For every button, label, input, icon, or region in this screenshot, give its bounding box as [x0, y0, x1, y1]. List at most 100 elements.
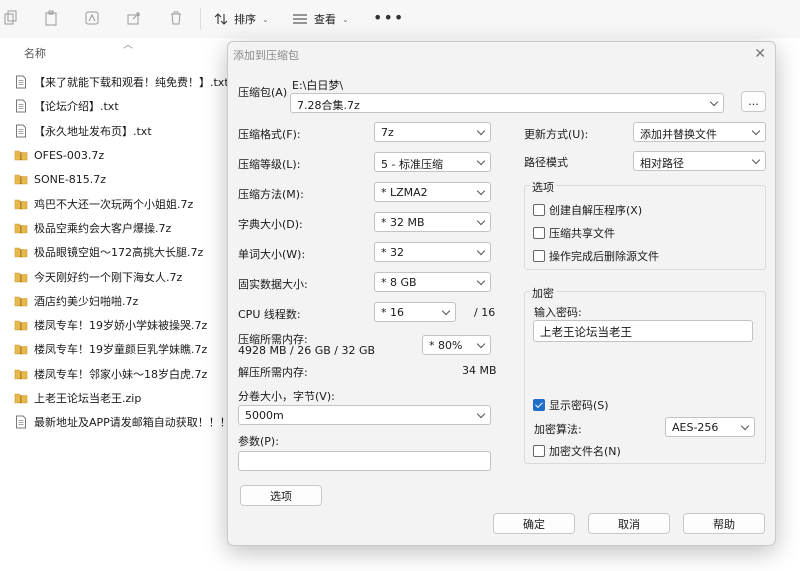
list-item[interactable]: SONE-815.7z	[14, 167, 241, 191]
add-to-archive-dialog: 添加到压缩包 ✕ 压缩包(A) E:\白日梦\ 7.28合集.7z ... 压缩…	[227, 41, 776, 546]
password-label: 输入密码:	[534, 306, 582, 319]
delete-checkbox-box[interactable]	[533, 250, 545, 262]
view-label: 查看	[314, 13, 336, 26]
file-name: 楼凤专车！19岁童颜巨乳学妹瞧.7z	[34, 343, 208, 357]
list-item[interactable]: 极品空乘约会大客户爆操.7z	[14, 216, 241, 240]
archive-folder-icon	[14, 393, 28, 404]
volume-label: 分卷大小，字节(V):	[238, 390, 335, 403]
sfx-checkbox-box[interactable]	[533, 204, 545, 216]
path-mode-select[interactable]: 相对路径	[633, 151, 766, 171]
update-select[interactable]: 添加并替换文件	[633, 122, 766, 142]
file-name: 极品眼镜空姐～172高挑大长腿.7z	[34, 246, 204, 260]
text-file-icon	[16, 99, 26, 113]
ok-button[interactable]: 确定	[493, 513, 575, 534]
solid-select[interactable]: * 8 GB	[374, 272, 491, 292]
file-name: OFES-003.7z	[34, 148, 105, 162]
encrypt-names-label: 加密文件名(N)	[549, 445, 621, 458]
volume-select[interactable]: 5000m	[238, 405, 491, 425]
encryption-group-title: 加密	[530, 285, 556, 301]
archive-label: 压缩包(A)	[238, 86, 288, 99]
mem-compress-select[interactable]: * 80%	[422, 335, 491, 355]
sfx-checkbox[interactable]: 创建自解压程序(X)	[533, 202, 642, 218]
archive-folder-icon	[14, 175, 28, 185]
list-item[interactable]: 最新地址及APP请发邮箱自动获取！！！...	[14, 410, 241, 434]
threads-select[interactable]: * 16	[374, 302, 456, 322]
view-icon	[293, 14, 307, 24]
list-item[interactable]: 【论坛介绍】.txt	[14, 94, 241, 118]
file-name: 最新地址及APP请发邮箱自动获取！！！...	[34, 416, 242, 430]
file-name: 【来了就能下载和观看！纯免费！】.txt	[34, 76, 229, 90]
archive-folder-icon	[14, 345, 28, 355]
list-item[interactable]: 酒店约美少妇啪啪.7z	[14, 289, 241, 313]
browse-button[interactable]: ...	[741, 91, 766, 112]
view-button[interactable]: 查看 ⌄	[292, 10, 349, 28]
word-select[interactable]: * 32	[374, 242, 491, 262]
show-password-checkbox[interactable]: 显示密码(S)	[533, 397, 609, 413]
list-item[interactable]: 【来了就能下载和观看！纯免费！】.txt	[14, 70, 241, 94]
level-select[interactable]: 5 - 标准压缩	[374, 152, 491, 172]
encryption-method-select[interactable]: AES-256	[665, 417, 755, 437]
encrypt-names-checkbox[interactable]: 加密文件名(N)	[533, 443, 621, 459]
file-name: SONE-815.7z	[34, 172, 107, 186]
list-item[interactable]: OFES-003.7z	[14, 143, 241, 167]
update-label: 更新方式(U):	[524, 128, 589, 141]
chevron-down-icon: ⌄	[342, 14, 349, 24]
archive-folder-icon	[14, 247, 28, 258]
file-name: 【永久地址发布页】.txt	[34, 124, 152, 138]
method-label: 压缩方法(M):	[238, 188, 304, 201]
show-password-checkbox-box[interactable]	[533, 399, 545, 411]
archive-folder-icon	[14, 369, 28, 380]
list-item[interactable]: 楼凤专车！邻家小妹～18岁白虎.7z	[14, 362, 241, 386]
params-label: 参数(P):	[238, 435, 279, 448]
shared-checkbox-box[interactable]	[533, 227, 545, 239]
format-select[interactable]: 7z	[374, 122, 491, 142]
archive-folder-icon	[14, 223, 28, 234]
file-name: 鸡巴不大还一次玩两个小姐姐.7z	[34, 197, 194, 211]
options-button[interactable]: 选项	[240, 485, 322, 506]
password-input[interactable]: 上老王论坛当老王	[533, 320, 753, 342]
archive-folder-icon	[14, 272, 28, 282]
threads-total: / 16	[474, 306, 496, 319]
file-name: 极品空乘约会大客户爆操.7z	[34, 221, 172, 235]
sort-icon	[214, 13, 228, 25]
list-item[interactable]: 楼凤专车！19岁童颜巨乳学妹瞧.7z	[14, 337, 241, 361]
list-item[interactable]: 鸡巴不大还一次玩两个小姐姐.7z	[14, 191, 241, 215]
list-item[interactable]: 楼凤专车！19岁娇小学妹被操哭.7z	[14, 313, 241, 337]
solid-label: 固实数据大小:	[238, 278, 308, 291]
delete-after-checkbox[interactable]: 操作完成后删除源文件	[533, 248, 659, 264]
toolbar: 排序 ⌄ 查看 ⌄ •••	[0, 0, 800, 38]
params-input[interactable]	[238, 451, 491, 471]
mem-decompress-value: 34 MB	[462, 364, 497, 377]
delete-label: 操作完成后删除源文件	[549, 250, 659, 263]
rename-icon[interactable]	[84, 10, 100, 26]
list-item[interactable]: 上老王论坛当老王.zip	[14, 386, 241, 410]
file-name: 酒店约美少妇啪啪.7z	[34, 294, 139, 308]
copy-icon[interactable]	[3, 10, 19, 26]
list-item[interactable]: 极品眼镜空姐～172高挑大长腿.7z	[14, 240, 241, 264]
list-item[interactable]: 今天刚好约一个刚下海女人.7z	[14, 264, 241, 288]
file-list: 【来了就能下载和观看！纯免费！】.txt 【论坛介绍】.txt 【永久地址发布页】.…	[14, 70, 241, 434]
delete-icon[interactable]	[168, 10, 184, 26]
share-icon[interactable]	[126, 10, 142, 26]
text-file-icon	[16, 124, 26, 138]
list-item[interactable]: 【永久地址发布页】.txt	[14, 119, 241, 143]
path-mode-label: 路径模式	[524, 156, 568, 169]
file-name: 今天刚好约一个刚下海女人.7z	[34, 270, 183, 284]
dict-select[interactable]: * 32 MB	[374, 212, 491, 232]
sort-button[interactable]: 排序 ⌄	[214, 10, 269, 28]
paste-icon[interactable]	[43, 10, 59, 26]
more-options-button[interactable]: •••	[373, 8, 404, 27]
sfx-label: 创建自解压程序(X)	[549, 204, 643, 217]
close-icon[interactable]: ✕	[754, 46, 766, 62]
archive-name-combo[interactable]: 7.28合集.7z	[290, 93, 724, 113]
method-select[interactable]: * LZMA2	[374, 182, 491, 202]
help-button[interactable]: 帮助	[683, 513, 765, 534]
encrypt-names-checkbox-box[interactable]	[533, 445, 545, 457]
text-file-icon	[16, 75, 26, 89]
dialog-title: 添加到压缩包	[233, 49, 299, 62]
column-header-name[interactable]: 名称	[24, 45, 46, 61]
show-password-label: 显示密码(S)	[549, 399, 609, 412]
cancel-button[interactable]: 取消	[588, 513, 670, 534]
archive-path: E:\白日梦\	[292, 79, 344, 92]
shared-files-checkbox[interactable]: 压缩共享文件	[533, 225, 615, 241]
